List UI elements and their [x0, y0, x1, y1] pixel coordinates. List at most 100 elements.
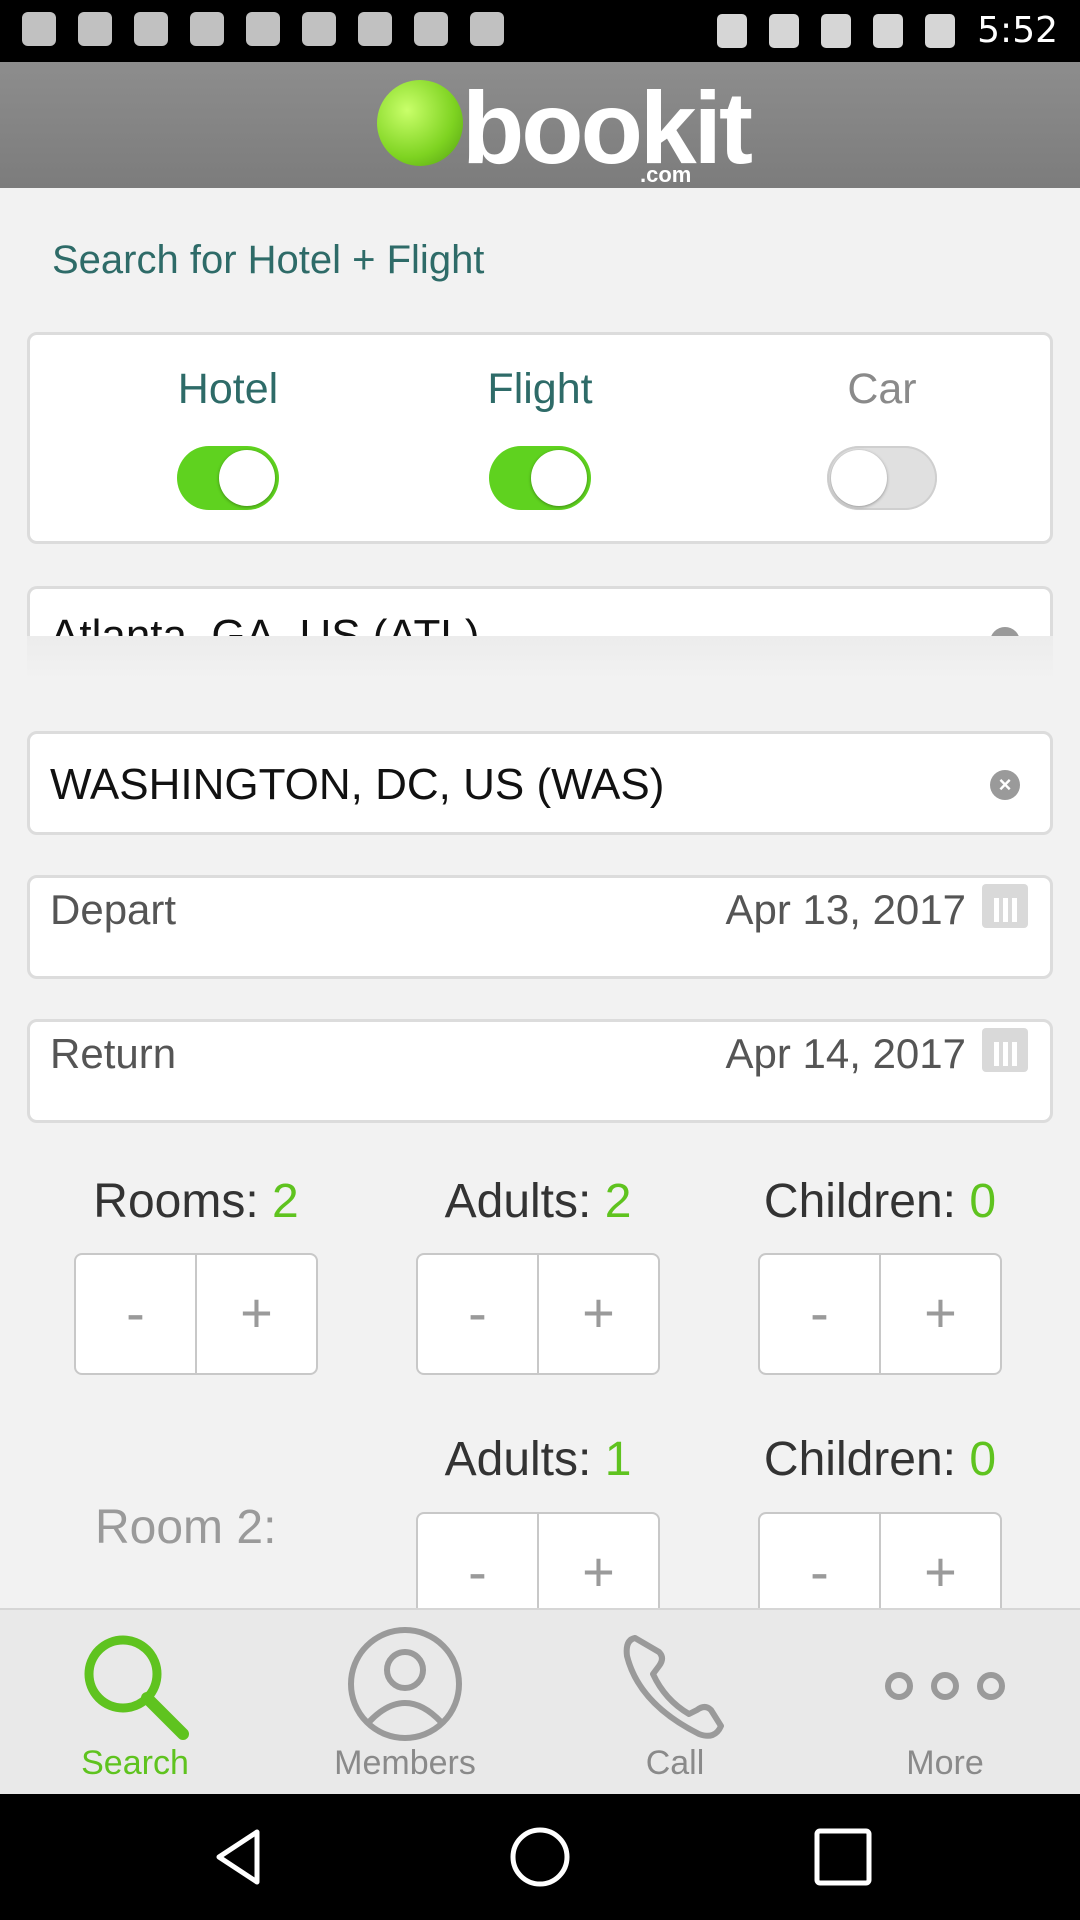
product-toggles: Hotel Flight Car: [27, 332, 1053, 544]
notification-icons: [22, 12, 504, 46]
vibrate-icon: [821, 13, 852, 48]
adults-label: Adults:: [444, 1175, 605, 1228]
back-icon[interactable]: [205, 1822, 275, 1892]
recents-icon[interactable]: [808, 1822, 878, 1892]
toggle-hotel: Hotel: [108, 365, 348, 510]
rooms-counter-label: Rooms: 2: [46, 1174, 346, 1229]
room2-adults-value: 1: [604, 1433, 632, 1486]
destination-field[interactable]: WASHINGTON, DC, US (WAS) ×: [27, 731, 1053, 835]
room2-adults-minus-button[interactable]: -: [416, 1512, 538, 1608]
system-nav-bar: [0, 1794, 1080, 1920]
rooms-label: Rooms:: [93, 1175, 272, 1228]
return-date: Apr 14, 2017: [725, 1030, 966, 1077]
depart-date: Apr 13, 2017: [725, 886, 966, 933]
room2-adults-stepper: - +: [416, 1512, 660, 1608]
adults-stepper: - +: [416, 1253, 660, 1375]
toggle-hotel-label: Hotel: [177, 365, 279, 413]
alarm-icon: [22, 12, 56, 46]
tab-more-label: More: [906, 1744, 984, 1782]
tab-search-label: Search: [81, 1744, 189, 1782]
children-counter-label: Children: 0: [730, 1174, 1030, 1229]
bluetooth-icon: [717, 13, 748, 48]
room2-children-text: Children:: [763, 1433, 970, 1486]
switch-knob: [831, 450, 887, 506]
depart-date-field[interactable]: Depart Apr 13, 2017: [27, 875, 1053, 979]
tab-call-label: Call: [645, 1744, 705, 1782]
app-header: bookit .com: [0, 62, 1080, 188]
logo-suffix: .com: [640, 162, 692, 187]
alarm-clock-icon: [769, 13, 800, 48]
adults-value: 2: [604, 1175, 632, 1228]
destination-value: WASHINGTON, DC, US (WAS): [50, 760, 665, 809]
search-form: Search for Hotel + Flight Hotel Flight C…: [0, 188, 1080, 1608]
switch-knob: [531, 450, 587, 506]
calendar-icon[interactable]: [982, 1028, 1028, 1072]
tab-members[interactable]: Members: [270, 1610, 540, 1796]
car-switch[interactable]: [827, 446, 937, 510]
room2-children-value: 0: [969, 1433, 997, 1486]
sync-icon: [190, 12, 224, 46]
hotel-switch[interactable]: [177, 446, 279, 510]
flight-switch[interactable]: [489, 446, 591, 510]
children-label: Children:: [763, 1175, 970, 1228]
children-value: 0: [969, 1175, 997, 1228]
adults-counter-label: Adults: 2: [388, 1174, 688, 1229]
room2-children-minus-button[interactable]: -: [758, 1512, 880, 1608]
status-bar: 5:52: [0, 0, 1080, 62]
children-stepper: - +: [758, 1253, 1002, 1375]
home-icon[interactable]: [505, 1822, 575, 1892]
rooms-value: 2: [272, 1175, 299, 1228]
page-title: Search for Hotel + Flight: [52, 238, 485, 282]
wrench-icon: [134, 12, 168, 46]
adults-plus-button[interactable]: +: [538, 1253, 660, 1375]
room2-children-stepper: - +: [758, 1512, 1002, 1608]
clipboard-icon: [358, 12, 392, 46]
rooms-stepper: - +: [74, 1253, 318, 1375]
room2-adults-text: Adults:: [444, 1433, 605, 1486]
tab-more[interactable]: More: [810, 1610, 1080, 1796]
clear-origin-icon[interactable]: ×: [990, 627, 1020, 636]
clear-destination-icon[interactable]: ×: [990, 770, 1020, 800]
origin-value: Atlanta, GA, US (ATL): [50, 611, 480, 636]
tab-call[interactable]: Call: [540, 1610, 810, 1796]
room2-children-label: Children: 0: [730, 1432, 1030, 1487]
depart-label: Depart: [50, 886, 177, 933]
bottom-tab-bar: Search Members Call More: [0, 1608, 1080, 1794]
return-date-field[interactable]: Return Apr 14, 2017: [27, 1019, 1053, 1123]
android-icon: [470, 12, 504, 46]
phone-icon: [623, 1635, 724, 1739]
bookit-logo[interactable]: bookit .com: [372, 70, 753, 187]
switch-knob: [219, 450, 275, 506]
lock-icon: [302, 12, 336, 46]
status-time: 5:52: [977, 10, 1058, 51]
more-icon: [885, 1672, 1005, 1700]
pause-icon: [78, 12, 112, 46]
toggle-flight-label: Flight: [487, 365, 593, 413]
play-store-icon: [414, 12, 448, 46]
room2-adults-plus-button[interactable]: +: [538, 1512, 660, 1608]
signal-icon: [873, 13, 904, 48]
children-plus-button[interactable]: +: [880, 1253, 1002, 1375]
search-icon: [84, 1635, 189, 1740]
calendar-icon[interactable]: [982, 884, 1028, 928]
tab-members-label: Members: [334, 1744, 476, 1782]
toggle-car-label: Car: [847, 365, 917, 413]
rooms-plus-button[interactable]: +: [196, 1253, 318, 1375]
return-label: Return: [50, 1030, 177, 1077]
autocomplete-overlay: [27, 636, 1053, 680]
room2-label: Room 2:: [95, 1501, 277, 1554]
logo-ball-icon: [377, 80, 463, 166]
children-minus-button[interactable]: -: [758, 1253, 880, 1375]
tab-search[interactable]: Search: [0, 1610, 270, 1796]
fake-gps-icon: [246, 12, 280, 46]
battery-icon: [925, 13, 956, 48]
room2-children-plus-button[interactable]: +: [880, 1512, 1002, 1608]
room2-adults-label: Adults: 1: [388, 1432, 688, 1487]
adults-minus-button[interactable]: -: [416, 1253, 538, 1375]
rooms-minus-button[interactable]: -: [74, 1253, 196, 1375]
person-icon: [348, 1627, 462, 1741]
toggle-car: Car: [762, 365, 1002, 510]
toggle-flight: Flight: [420, 365, 660, 510]
logo-word: bookit: [462, 71, 753, 185]
origin-field[interactable]: Atlanta, GA, US (ATL) ×: [27, 586, 1053, 636]
